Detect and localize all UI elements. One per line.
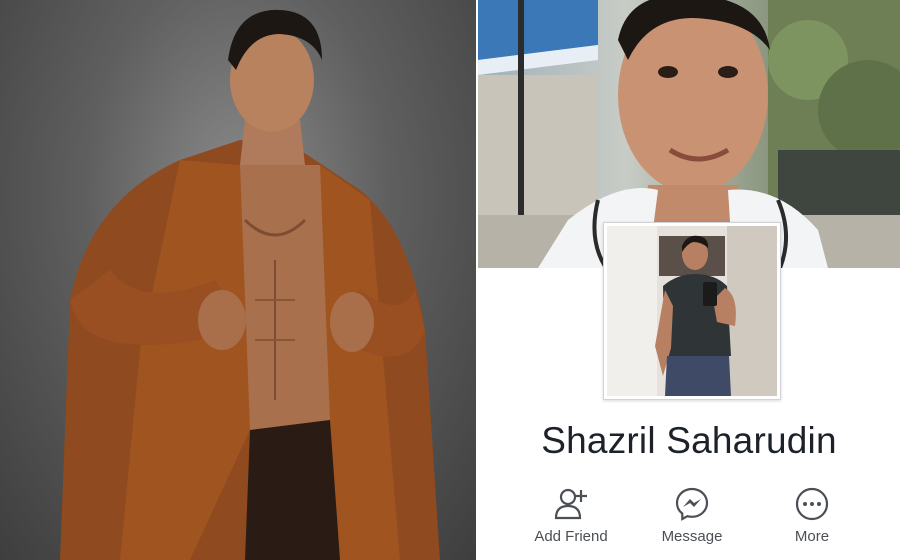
add-friend-label: Add Friend [534,528,608,545]
profile-picture[interactable] [603,222,781,400]
profile-actions: Add Friend Message More [478,486,900,560]
message-button[interactable]: Message [642,486,742,545]
profile-panel: Shazril Saharudin Add Friend Message Mor… [478,0,900,560]
profile-name: Shazril Saharudin [541,420,837,461]
more-button[interactable]: More [762,486,862,545]
messenger-icon [675,487,709,521]
message-label: Message [661,528,723,545]
more-dots-icon [795,487,829,521]
profile-picture-image [607,226,777,396]
add-friend-icon [554,488,587,520]
mirror-selfie-illustration [607,226,777,396]
more-label: More [794,528,830,545]
add-friend-button[interactable]: Add Friend [521,486,621,545]
portrait-photo [0,0,476,560]
portrait-illustration [60,9,440,560]
